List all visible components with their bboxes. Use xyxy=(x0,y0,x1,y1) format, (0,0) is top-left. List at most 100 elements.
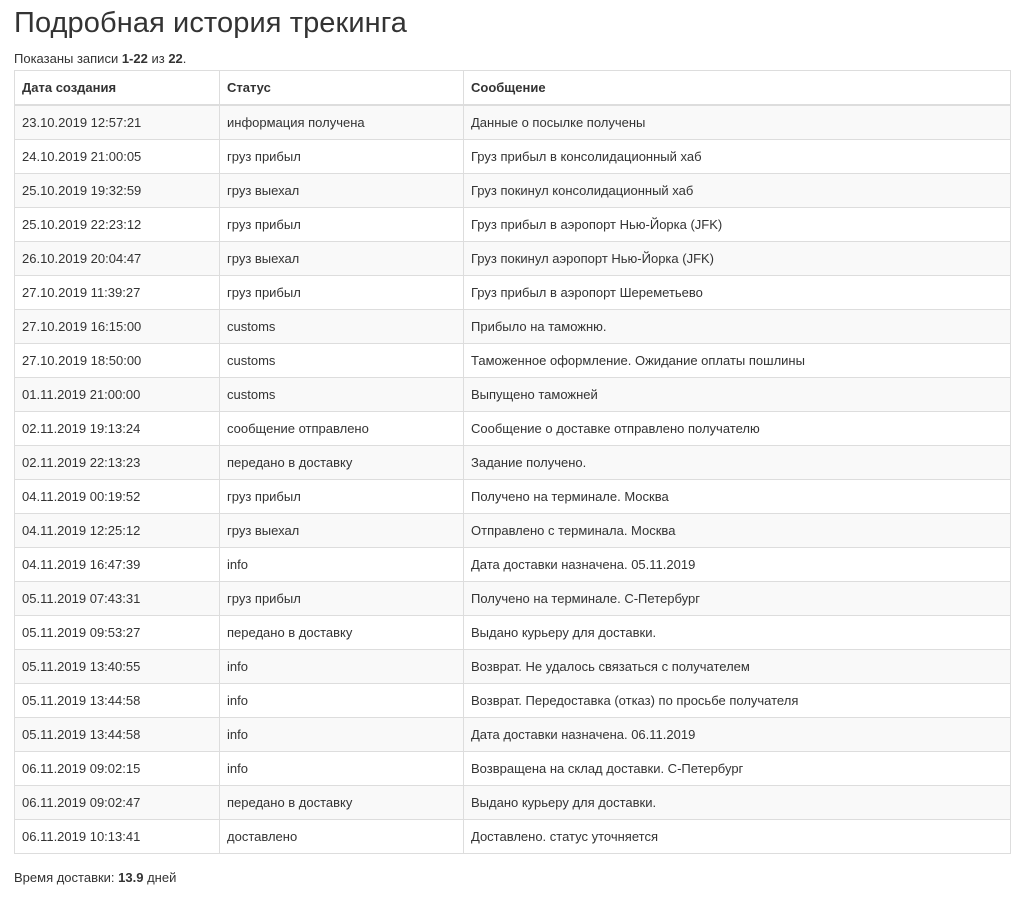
cell-date: 05.11.2019 09:53:27 xyxy=(14,615,220,650)
table-body: 23.10.2019 12:57:21 информация получена Да… xyxy=(14,104,1011,854)
table-row: 04.11.2019 12:25:12 груз выехал Отправлено… xyxy=(14,513,1011,548)
summary-total: 22 xyxy=(168,51,183,66)
cell-status: информация получена xyxy=(219,104,464,140)
table-row: 25.10.2019 19:32:59 груз выехал Груз покин… xyxy=(14,173,1011,208)
cell-message: Задание получено. xyxy=(463,445,1011,480)
cell-date: 05.11.2019 13:40:55 xyxy=(14,649,220,684)
summary-range: 1-22 xyxy=(121,51,148,66)
cell-status: customs xyxy=(219,343,464,378)
cell-date: 25.10.2019 19:32:59 xyxy=(14,173,220,208)
table-row: 26.10.2019 20:04:47 груз выехал Груз покин… xyxy=(14,241,1011,276)
table-row: 23.10.2019 12:57:21 информация получена Да… xyxy=(14,104,1011,140)
cell-message: Данные о посылке получены xyxy=(463,104,1011,140)
table-row: 27.10.2019 16:15:00 customs Прибыло на там… xyxy=(14,309,1011,344)
cell-message: Груз прибыл в аэропорт Шереметьево xyxy=(463,275,1011,310)
delivery-time-label: Время доставки: xyxy=(14,870,119,885)
cell-message: Возврат. Передоставка (отказ) по просьбе… xyxy=(463,683,1011,718)
cell-message: Прибыло на таможню. xyxy=(463,309,1011,344)
cell-date: 02.11.2019 22:13:23 xyxy=(14,445,220,480)
cell-message: Возврат. Не удалось связаться с получате… xyxy=(463,649,1011,684)
table-row: 06.11.2019 10:13:41 доставлено Доставлено.… xyxy=(14,819,1011,854)
cell-status: сообщение отправлено xyxy=(219,411,464,446)
cell-message: Выпущено таможней xyxy=(463,377,1011,412)
column-header-message: Сообщение xyxy=(463,70,1011,106)
cell-status: customs xyxy=(219,309,464,344)
table-row: 05.11.2019 13:44:58 info Дата доставки наз… xyxy=(14,717,1011,752)
table-header-row: Дата создания Статус Сообщение xyxy=(14,70,1011,106)
cell-message: Дата доставки назначена. 06.11.2019 xyxy=(463,717,1011,752)
delivery-time-value: 13.9 xyxy=(118,870,144,885)
cell-status: info xyxy=(219,547,464,582)
cell-status: груз выехал xyxy=(219,241,464,276)
cell-message: Дата доставки назначена. 05.11.2019 xyxy=(463,547,1011,582)
cell-message: Доставлено. статус уточняется xyxy=(463,819,1011,854)
delivery-time-unit: дней xyxy=(143,870,177,885)
table-row: 02.11.2019 19:13:24 сообщение отправлено С… xyxy=(14,411,1011,446)
column-header-status: Статус xyxy=(219,70,464,106)
table-row: 24.10.2019 21:00:05 груз прибыл Груз прибы… xyxy=(14,139,1011,174)
cell-message: Отправлено с терминала. Москва xyxy=(463,513,1011,548)
table-row: 05.11.2019 09:53:27 передано в доставку Вы… xyxy=(14,615,1011,650)
records-summary: Показаны записи 1-22 из 22. xyxy=(14,49,1010,69)
table-row: 05.11.2019 13:44:58 info Возврат. Передост… xyxy=(14,683,1011,718)
cell-date: 06.11.2019 09:02:15 xyxy=(14,751,220,786)
cell-status: info xyxy=(219,717,464,752)
cell-status: груз прибыл xyxy=(219,207,464,242)
cell-message: Выдано курьеру для доставки. xyxy=(463,785,1011,820)
cell-status: customs xyxy=(219,377,464,412)
table-row: 02.11.2019 22:13:23 передано в доставку За… xyxy=(14,445,1011,480)
table-row: 06.11.2019 09:02:47 передано в доставку Вы… xyxy=(14,785,1011,820)
summary-suffix: . xyxy=(182,51,187,66)
cell-status: груз прибыл xyxy=(219,581,464,616)
cell-date: 01.11.2019 21:00:00 xyxy=(14,377,220,412)
cell-date: 27.10.2019 11:39:27 xyxy=(14,275,220,310)
cell-status: info xyxy=(219,683,464,718)
cell-message: Сообщение о доставке отправлено получате… xyxy=(463,411,1011,446)
column-header-date: Дата создания xyxy=(14,70,220,106)
table-row: 25.10.2019 22:23:12 груз прибыл Груз прибы… xyxy=(14,207,1011,242)
cell-date: 23.10.2019 12:57:21 xyxy=(14,104,220,140)
cell-status: info xyxy=(219,751,464,786)
cell-date: 02.11.2019 19:13:24 xyxy=(14,411,220,446)
cell-status: груз выехал xyxy=(219,173,464,208)
cell-date: 04.11.2019 16:47:39 xyxy=(14,547,220,582)
cell-message: Получено на терминале. Москва xyxy=(463,479,1011,514)
cell-date: 05.11.2019 13:44:58 xyxy=(14,717,220,752)
cell-date: 04.11.2019 12:25:12 xyxy=(14,513,220,548)
cell-message: Груз покинул аэропорт Нью-Йорка (JFK) xyxy=(463,241,1011,276)
summary-middle: из xyxy=(147,51,169,66)
table-row: 27.10.2019 18:50:00 customs Таможенное офо… xyxy=(14,343,1011,378)
cell-status: груз прибыл xyxy=(219,275,464,310)
cell-date: 27.10.2019 18:50:00 xyxy=(14,343,220,378)
cell-date: 05.11.2019 13:44:58 xyxy=(14,683,220,718)
cell-message: Груз прибыл в аэропорт Нью-Йорка (JFK) xyxy=(463,207,1011,242)
cell-message: Получено на терминале. С-Петербург xyxy=(463,581,1011,616)
cell-status: info xyxy=(219,649,464,684)
cell-status: передано в доставку xyxy=(219,615,464,650)
table-row: 01.11.2019 21:00:00 customs Выпущено тамож… xyxy=(14,377,1011,412)
cell-date: 26.10.2019 20:04:47 xyxy=(14,241,220,276)
cell-status: передано в доставку xyxy=(219,445,464,480)
table-row: 27.10.2019 11:39:27 груз прибыл Груз прибы… xyxy=(14,275,1011,310)
cell-status: груз прибыл xyxy=(219,479,464,514)
cell-date: 05.11.2019 07:43:31 xyxy=(14,581,220,616)
cell-message: Таможенное оформление. Ожидание оплаты п… xyxy=(463,343,1011,378)
cell-message: Выдано курьеру для доставки. xyxy=(463,615,1011,650)
tracking-table: Дата создания Статус Сообщение 23.10.201… xyxy=(14,70,1011,854)
cell-date: 24.10.2019 21:00:05 xyxy=(14,139,220,174)
cell-status: передано в доставку xyxy=(219,785,464,820)
cell-status: доставлено xyxy=(219,819,464,854)
summary-prefix: Показаны записи xyxy=(14,51,122,66)
cell-date: 06.11.2019 10:13:41 xyxy=(14,819,220,854)
cell-message: Груз прибыл в консолидационный хаб xyxy=(463,139,1011,174)
tracking-history-page: Подробная история трекинга Показаны запи… xyxy=(14,0,1011,854)
delivery-time: Время доставки: 13.9 дней xyxy=(14,868,176,888)
cell-status: груз прибыл xyxy=(219,139,464,174)
cell-status: груз выехал xyxy=(219,513,464,548)
table-row: 05.11.2019 13:40:55 info Возврат. Не удало… xyxy=(14,649,1011,684)
page-title: Подробная история трекинга xyxy=(14,7,408,39)
table-row: 05.11.2019 07:43:31 груз прибыл Получено н… xyxy=(14,581,1011,616)
cell-message: Груз покинул консолидационный хаб xyxy=(463,173,1011,208)
cell-date: 04.11.2019 00:19:52 xyxy=(14,479,220,514)
cell-message: Возвращена на склад доставки. С-Петербур… xyxy=(463,751,1011,786)
